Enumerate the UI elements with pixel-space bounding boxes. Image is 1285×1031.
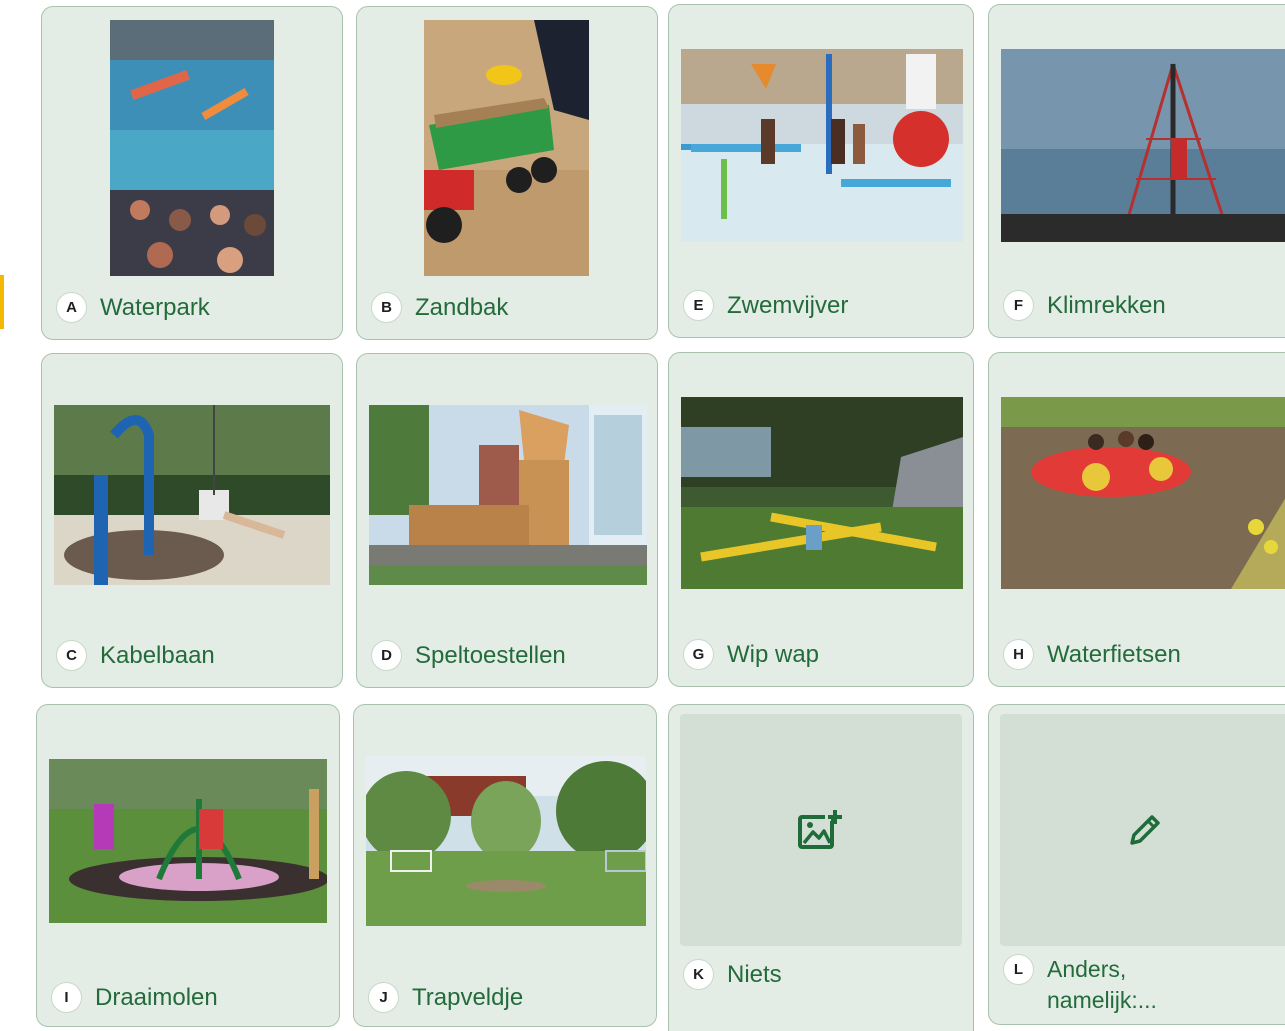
option-letter: K (683, 959, 714, 990)
text-placeholder (1000, 714, 1285, 946)
merry-go-round-photo (49, 759, 327, 923)
option-letter: C (56, 640, 87, 671)
add-image-icon (798, 810, 842, 849)
option-card-zwemvijver[interactable]: E Zwemvijver (668, 4, 974, 338)
option-label: Zwemvijver (727, 292, 849, 319)
option-label: Speltoestellen (415, 642, 566, 669)
option-letter: G (683, 639, 714, 670)
option-label: Wip wap (727, 641, 820, 668)
option-label: Klimrekken (1047, 292, 1166, 319)
option-label: Zandbak (415, 294, 509, 321)
waterpark-photo (110, 20, 274, 276)
option-letter: F (1003, 290, 1034, 321)
option-label: Draaimolen (95, 984, 218, 1011)
image-placeholder (680, 714, 962, 946)
option-letter: H (1003, 639, 1034, 670)
pedal-boat-photo (1001, 397, 1285, 589)
option-label: Waterfietsen (1047, 641, 1181, 668)
option-card-niets[interactable]: K Niets (668, 704, 974, 1031)
option-letter: D (371, 640, 402, 671)
swimming-pond-photo (681, 49, 963, 242)
option-card-anders[interactable]: L Anders, namelijk:... (988, 704, 1285, 1025)
option-letter: I (51, 982, 82, 1013)
option-letter: A (56, 292, 87, 323)
option-label: Waterpark (100, 294, 210, 321)
playground-equipment-photo (369, 405, 647, 585)
football-field-photo (366, 756, 646, 926)
option-letter: L (1003, 954, 1034, 985)
option-letter: B (371, 292, 402, 323)
option-label: Niets (727, 961, 782, 988)
option-card-zandbak[interactable]: B Zandbak (356, 6, 658, 340)
zipline-photo (54, 405, 330, 585)
option-label: Anders, namelijk:... (1047, 956, 1157, 1013)
seesaw-photo (681, 397, 963, 589)
option-card-speltoestellen[interactable]: D Speltoestellen (356, 353, 658, 688)
sandbox-photo (424, 20, 589, 276)
pencil-icon (1130, 815, 1160, 845)
option-card-kabelbaan[interactable]: C Kabelbaan (41, 353, 343, 688)
option-card-trapveldje[interactable]: J Trapveldje (353, 704, 657, 1027)
option-card-waterfietsen[interactable]: H Waterfietsen (988, 352, 1285, 687)
option-label: Kabelbaan (100, 642, 215, 669)
selection-indicator (0, 275, 4, 329)
climbing-frame-photo (1001, 49, 1285, 242)
option-letter: E (683, 290, 714, 321)
option-card-draaimolen[interactable]: I Draaimolen (36, 704, 340, 1027)
option-label: Trapveldje (412, 984, 524, 1011)
option-letter: J (368, 982, 399, 1013)
option-card-klimrekken[interactable]: F Klimrekken (988, 4, 1285, 338)
option-card-wip-wap[interactable]: G Wip wap (668, 352, 974, 687)
option-card-waterpark[interactable]: A Waterpark (41, 6, 343, 340)
